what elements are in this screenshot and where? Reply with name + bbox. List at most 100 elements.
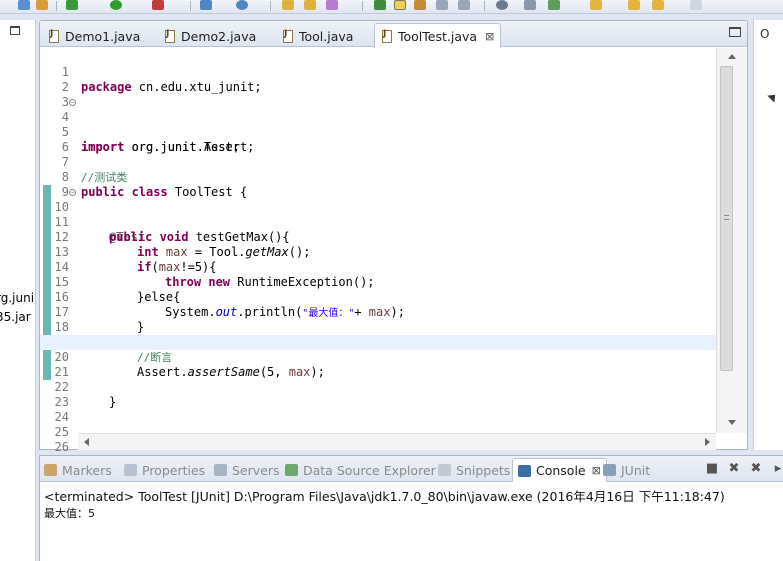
toolbar-separator: [270, 1, 271, 11]
scroll-down-icon[interactable]: [728, 420, 736, 425]
toolbar-icon[interactable]: [524, 0, 536, 10]
toolbar-icon[interactable]: [36, 0, 48, 10]
open-folder-icon[interactable]: [304, 0, 316, 10]
java-file-icon: [381, 29, 392, 43]
code-line[interactable]: 5 import org.junit.Test;: [40, 110, 716, 154]
code-line[interactable]: 15 }else{: [40, 260, 716, 304]
scroll-left-icon[interactable]: [84, 438, 89, 446]
tab-label: JUnit: [621, 462, 651, 478]
toolbar-separator: [362, 1, 363, 11]
toolbar-icon[interactable]: [66, 0, 78, 10]
tab-label: Snippets: [456, 462, 511, 478]
tab-tool-java[interactable]: Tool.java: [278, 25, 353, 47]
current-code-line[interactable]: 20 Assert.assertSame(5, max);: [40, 335, 716, 379]
vertical-scrollbar[interactable]: [716, 48, 747, 433]
code-line[interactable]: 8 public class ToolTest {: [40, 155, 716, 199]
java-file-icon: [282, 29, 293, 43]
maximize-icon[interactable]: [729, 27, 741, 37]
tab-data-source-explorer[interactable]: Data Source Explorer: [285, 460, 436, 480]
code-line[interactable]: 11 public void testGetMax(){: [40, 200, 716, 244]
code-line[interactable]: 2: [40, 65, 716, 94]
tab-snippets[interactable]: Snippets: [438, 460, 510, 480]
fold-toggle-icon[interactable]: −: [69, 99, 76, 106]
code-line[interactable]: 3: [40, 80, 716, 109]
code-line[interactable]: 7 //测试类: [40, 140, 716, 184]
tree-item[interactable]: rg.juni: [0, 291, 34, 305]
code-line[interactable]: 10 − @Test: [40, 185, 716, 244]
outline-tab[interactable]: O: [760, 27, 769, 41]
java-file-icon: [48, 29, 59, 43]
toolbar-icon[interactable]: [436, 0, 448, 10]
code-line[interactable]: 16 System.out.println("最大值："+ max);: [40, 275, 716, 319]
close-tab-icon[interactable]: ⊠: [592, 464, 601, 477]
scroll-right-icon[interactable]: [705, 438, 710, 446]
console-icon: [518, 464, 531, 477]
toolbar-icon[interactable]: [496, 0, 508, 10]
code-line[interactable]: 21: [40, 350, 716, 379]
toolbar-icon[interactable]: [590, 0, 602, 10]
code-line[interactable]: 4 − import org.junit.Assert;: [40, 95, 716, 154]
open-folder-icon[interactable]: [282, 0, 294, 10]
stop-icon[interactable]: ■: [705, 462, 719, 475]
toolbar-icon[interactable]: [236, 0, 248, 10]
tab-label: Data Source Explorer: [303, 462, 436, 478]
code-line[interactable]: 19 //断言: [40, 320, 716, 364]
forward-icon[interactable]: [652, 0, 664, 10]
code-line[interactable]: 23: [40, 380, 716, 409]
left-view-panel: rg.juni 35.jar: [0, 20, 36, 561]
code-editor: Demo1.java Demo2.java Tool.java ToolTest…: [39, 20, 748, 451]
code-line[interactable]: 17 }: [40, 290, 716, 334]
toolbar-icon[interactable]: [414, 0, 426, 10]
code-line[interactable]: 22 }: [40, 365, 716, 409]
remove-all-icon[interactable]: ✖: [749, 462, 763, 475]
code-line[interactable]: 6: [40, 125, 716, 154]
console-tab-bar: Markers Properties Servers Data Source E…: [40, 456, 783, 482]
code-line[interactable]: 18: [40, 305, 716, 334]
toolbar-icon[interactable]: [18, 0, 30, 10]
tab-junit[interactable]: JUnit: [603, 460, 650, 480]
code-line[interactable]: 24: [40, 395, 716, 424]
code-line[interactable]: 12 int max = Tool.getMax();: [40, 215, 716, 259]
run-icon[interactable]: [110, 0, 122, 10]
code-line[interactable]: 13 if(max!=5){: [40, 230, 716, 274]
tab-tooltest-java[interactable]: ToolTest.java ⊠: [374, 23, 502, 48]
java-file-icon: [164, 29, 175, 43]
back-icon[interactable]: [628, 0, 640, 10]
toolbar-icon[interactable]: [200, 0, 212, 10]
toolbar-icon[interactable]: [374, 0, 386, 10]
toolbar-icon[interactable]: [458, 0, 470, 10]
close-tab-icon[interactable]: ⊠: [485, 30, 494, 43]
toolbar-separator: [190, 1, 191, 11]
code-line[interactable]: 14 throw new RuntimeException();: [40, 245, 716, 289]
toolbar-icon[interactable]: [690, 0, 702, 10]
more-icon[interactable]: ▸: [771, 462, 783, 475]
line-number: 26: [54, 440, 69, 451]
tab-label: Demo2.java: [181, 28, 257, 44]
tab-servers[interactable]: Servers: [214, 460, 280, 480]
restore-icon[interactable]: [10, 26, 20, 35]
properties-icon: [124, 464, 137, 476]
tab-demo1-java[interactable]: Demo1.java: [44, 25, 140, 47]
tree-item[interactable]: 35.jar: [0, 310, 31, 324]
horizontal-scrollbar[interactable]: [78, 433, 716, 450]
toolbar-icon[interactable]: [326, 0, 338, 10]
scroll-up-icon[interactable]: [728, 54, 736, 59]
remove-launch-icon[interactable]: ✖: [727, 462, 741, 475]
toolbar-icon[interactable]: [394, 0, 406, 10]
tab-console[interactable]: Console ⊠: [512, 458, 607, 482]
code-line[interactable]: 9: [40, 170, 716, 199]
expand-arrow-icon[interactable]: [767, 91, 779, 103]
scroll-thumb[interactable]: [720, 66, 733, 371]
toolbar-icon[interactable]: [152, 0, 164, 10]
tab-label: Properties: [142, 462, 206, 478]
tab-markers[interactable]: Markers: [44, 460, 112, 480]
editor-tab-bar: Demo1.java Demo2.java Tool.java ToolTest…: [40, 21, 747, 48]
fold-toggle-icon[interactable]: −: [69, 189, 76, 196]
toolbar-icon[interactable]: [548, 0, 560, 10]
code-line[interactable]: 1 package cn.edu.xtu_junit;: [40, 50, 716, 94]
toolbar-separator: [484, 1, 485, 11]
code-area[interactable]: 1 package cn.edu.xtu_junit; 2 3 4 − impo…: [40, 48, 716, 451]
tab-properties[interactable]: Properties: [124, 460, 205, 480]
tab-demo2-java[interactable]: Demo2.java: [160, 25, 256, 47]
code-line[interactable]: 25: [40, 410, 716, 439]
